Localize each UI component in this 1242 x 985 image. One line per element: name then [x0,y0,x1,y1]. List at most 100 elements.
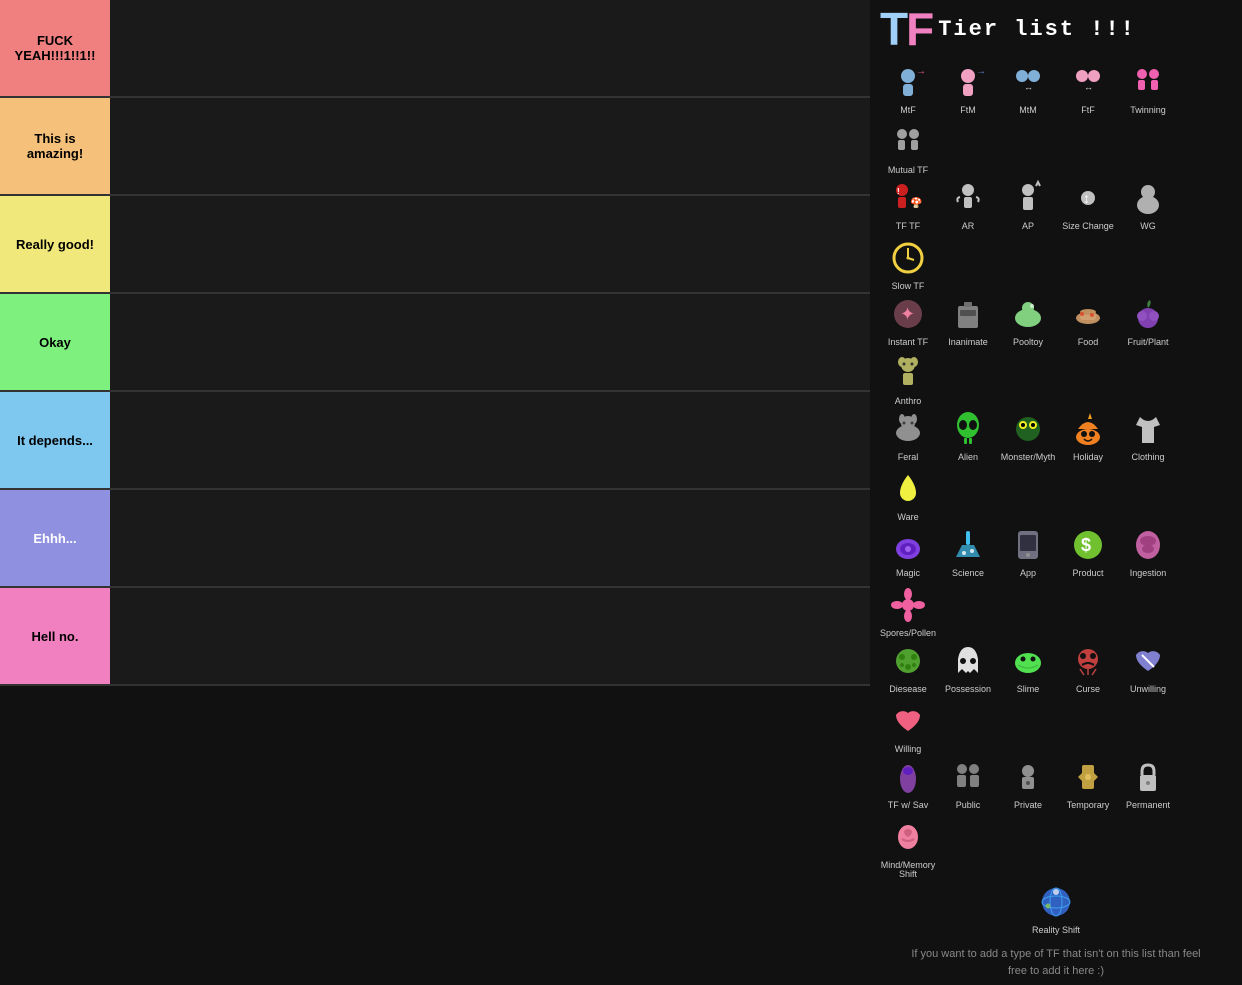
magic-icon [886,523,930,567]
mind-memory-shift-icon [886,815,930,859]
unwilling-label: Unwilling [1130,685,1166,695]
icon-anthro: Anthro [880,351,936,407]
spores-pollen-label: Spores/Pollen [880,629,936,639]
tier-label-b: Really good! [0,196,110,292]
icon-unwilling: Unwilling [1120,639,1176,695]
ap-label: AP [1022,222,1034,232]
tier-content-e [110,490,870,586]
tf-t: T [880,3,906,55]
slow-tf-icon [886,236,930,280]
icon-size-change: ↕ Size Change [1060,176,1116,232]
mtm-icon: ↔ [1006,60,1050,104]
science-icon [946,523,990,567]
instant-tf-icon: ✦ [886,292,930,336]
icon-slime: Slime [1000,639,1056,695]
tier-content-c [110,294,870,390]
public-icon [946,755,990,799]
tf-f: F [906,3,932,55]
curse-icon [1066,639,1110,683]
icon-instant-tf: ✦ Instant TF [880,292,936,348]
svg-text:↔: ↔ [1024,82,1033,92]
permanent-icon [1126,755,1170,799]
temporary-icon [1066,755,1110,799]
holiday-label: Holiday [1073,453,1103,463]
pooltoy-icon [1006,292,1050,336]
wg-icon [1126,176,1170,220]
icon-tf-w-sav: TF w/ Sav [880,755,936,811]
icon-ap: AP [1000,176,1056,232]
diesease-label: Diesease [889,685,927,695]
inanimate-label: Inanimate [948,338,988,348]
tier-row-e: Ehhh... [0,490,870,588]
tier-row-a: This is amazing! [0,98,870,196]
food-icon [1066,292,1110,336]
icon-row-3: ✦ Instant TF Inanimate [880,292,1232,408]
icon-diesease: Diesease [880,639,936,695]
science-label: Science [952,569,984,579]
icon-row-1: → MtF → FtM [880,60,1232,176]
icon-row-4: Feral Alien [880,407,1232,523]
magic-label: Magic [896,569,920,579]
reality-shift-icon [1034,880,1078,924]
title-text: Tier list !!! [938,17,1136,42]
reality-shift-label: Reality Shift [1032,926,1080,936]
icon-twinning: Twinning [1120,60,1176,116]
tier-label-s: FUCK YEAH!!!1!!1!! [0,0,110,96]
ftm-label: FtM [960,106,976,116]
tier-content-f [110,588,870,684]
fruit-plant-icon [1126,292,1170,336]
slow-tf-label: Slow TF [892,282,925,292]
ar-icon [946,176,990,220]
icon-inanimate: Inanimate [940,292,996,348]
alien-icon [946,407,990,451]
icon-row-5: Magic Science [880,523,1232,639]
size-change-label: Size Change [1062,222,1114,232]
feral-icon [886,407,930,451]
icon-willing: Willing [880,699,936,755]
anthro-icon [886,351,930,395]
food-label: Food [1078,338,1099,348]
svg-text:→: → [976,66,986,77]
tier-label-a: This is amazing! [0,98,110,194]
svg-text:$: $ [1081,535,1091,555]
icon-monster-myth: Monster/Myth [1000,407,1056,463]
tier-content-d [110,392,870,488]
monster-myth-label: Monster/Myth [1001,453,1056,463]
tf-w-sav-label: TF w/ Sav [888,801,929,811]
icon-mind-memory-shift: Mind/Memory Shift [880,815,936,881]
app-label: App [1020,569,1036,579]
panel-title: TF Tier list !!! [880,6,1232,52]
svg-text:→: → [916,66,926,77]
tier-content-s [110,0,870,96]
icon-clothing: Clothing [1120,407,1176,463]
icon-ar: AR [940,176,996,232]
tier-row-f: Hell no. [0,588,870,686]
mutual-tf-icon [886,120,930,164]
tier-content-a [110,98,870,194]
icon-row-8: Reality Shift [880,880,1232,936]
icon-reality-shift: Reality Shift [1028,880,1084,936]
ap-icon [1006,176,1050,220]
spores-pollen-icon [886,583,930,627]
icon-alien: Alien [940,407,996,463]
pooltoy-label: Pooltoy [1013,338,1043,348]
icon-holiday: Holiday [1060,407,1116,463]
icon-panel: TF Tier list !!! → MtF [870,0,1242,985]
private-label: Private [1014,801,1042,811]
icon-ftf: ↔ FtF [1060,60,1116,116]
willing-label: Willing [895,745,922,755]
inanimate-icon [946,292,990,336]
mtm-label: MtM [1019,106,1037,116]
product-icon: $ [1066,523,1110,567]
clothing-icon [1126,407,1170,451]
icon-magic: Magic [880,523,936,579]
ware-label: Ware [897,513,918,523]
ingestion-icon [1126,523,1170,567]
tier-list: FUCK YEAH!!!1!!1!! This is amazing! Real… [0,0,870,985]
fruit-plant-label: Fruit/Plant [1127,338,1168,348]
icon-row-2: ! 🍄 TF TF AR [880,176,1232,292]
tier-row-d: It depends... [0,392,870,490]
public-label: Public [956,801,981,811]
icons-grid: → MtF → FtM [880,60,1232,936]
icon-tftf: ! 🍄 TF TF [880,176,936,232]
